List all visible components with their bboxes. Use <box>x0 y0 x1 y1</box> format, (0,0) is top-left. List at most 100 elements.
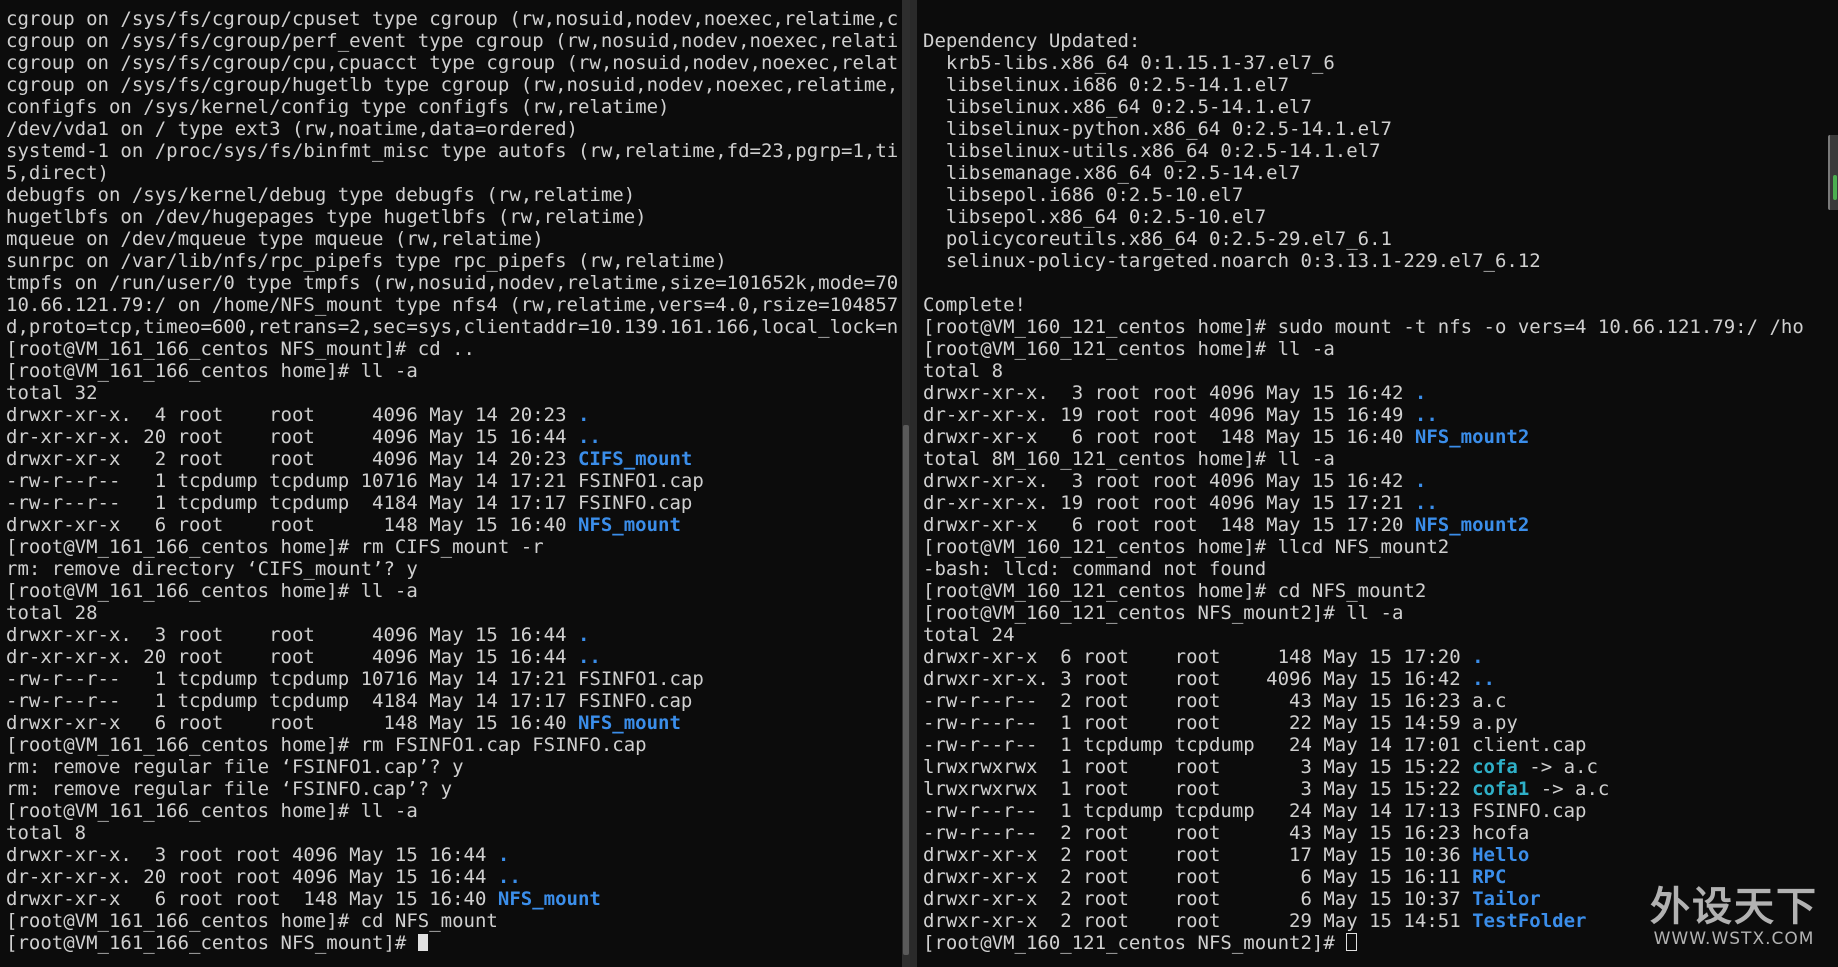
terminal-text: libselinux.x86_64 0:2.5-14.1.el7 <box>923 96 1312 118</box>
terminal-line: Complete! <box>923 294 1830 316</box>
terminal-text: [root@VM_161_166_centos NFS_mount]# cd .… <box>6 338 475 360</box>
terminal-text: -rw-r--r-- 1 tcpdump tcpdump 10716 May 1… <box>6 668 704 690</box>
terminal-text: lrwxrwxrwx 1 root root 3 May 15 15:22 <box>923 756 1473 778</box>
terminal-line: drwxr-xr-x. 3 root root 4096 May 15 16:4… <box>923 382 1830 404</box>
terminal-text: drwxr-xr-x 2 root root 4096 May 14 20:23 <box>6 448 578 470</box>
terminal-text: selinux-policy-targeted.noarch 0:3.13.1-… <box>923 250 1541 272</box>
terminal-text: debugfs on /sys/kernel/debug type debugf… <box>6 184 636 206</box>
terminal-line: dr-xr-xr-x. 20 root root 4096 May 15 16:… <box>6 646 902 668</box>
directory-name: Hello <box>1472 844 1530 866</box>
pane-divider[interactable] <box>910 0 917 967</box>
terminal-line: debugfs on /sys/kernel/debug type debugf… <box>6 184 902 206</box>
right-terminal-pane[interactable]: Dependency Updated: krb5-libs.x86_64 0:1… <box>917 0 1838 967</box>
terminal-text: -rw-r--r-- 2 root root 43 May 15 16:23 h… <box>923 822 1530 844</box>
left-scrollbar-thumb[interactable] <box>903 425 909 955</box>
terminal-cursor <box>417 934 428 951</box>
terminal-line: libselinux-python.x86_64 0:2.5-14.1.el7 <box>923 118 1830 140</box>
terminal-text: policycoreutils.x86_64 0:2.5-29.el7_6.1 <box>923 228 1392 250</box>
left-terminal-output: cgroup on /sys/fs/cgroup/cpuset type cgr… <box>6 8 902 954</box>
terminal-text: rm: remove directory ‘CIFS_mount’? y <box>6 558 418 580</box>
terminal-line: -rw-r--r-- 2 root root 43 May 15 16:23 a… <box>923 690 1830 712</box>
terminal-line: rm: remove regular file ‘FSINFO1.cap’? y <box>6 756 902 778</box>
left-terminal-pane[interactable]: cgroup on /sys/fs/cgroup/cpuset type cgr… <box>0 0 910 967</box>
terminal-line: dr-xr-xr-x. 19 root root 4096 May 15 17:… <box>923 492 1830 514</box>
terminal-line: -rw-r--r-- 1 tcpdump tcpdump 10716 May 1… <box>6 668 902 690</box>
terminal-line: policycoreutils.x86_64 0:2.5-29.el7_6.1 <box>923 228 1830 250</box>
terminal-line: [root@VM_161_166_centos home]# ll -a <box>6 360 902 382</box>
terminal-text: [root@VM_160_121_centos NFS_mount2]# <box>923 932 1347 954</box>
terminal-line: /dev/vda1 on / type ext3 (rw,noatime,dat… <box>6 118 902 140</box>
terminal-line: selinux-policy-targeted.noarch 0:3.13.1-… <box>923 250 1830 272</box>
terminal-text: drwxr-xr-x 6 root root 148 May 15 17:20 <box>923 514 1415 536</box>
terminal-line: drwxr-xr-x 2 root root 17 May 15 10:36 H… <box>923 844 1830 866</box>
terminal-line: drwxr-xr-x 6 root root 148 May 15 16:40 … <box>923 426 1830 448</box>
terminal-line: cgroup on /sys/fs/cgroup/cpuset type cgr… <box>6 8 902 30</box>
terminal-line: dr-xr-xr-x. 20 root root 4096 May 15 16:… <box>6 866 902 888</box>
terminal-text: [root@VM_160_121_centos NFS_mount2]# ll … <box>923 602 1404 624</box>
terminal-text: drwxr-xr-x 2 root root 6 May 15 16:11 <box>923 866 1473 888</box>
terminal-line: d,proto=tcp,timeo=600,retrans=2,sec=sys,… <box>6 316 902 338</box>
terminal-line: mqueue on /dev/mqueue type mqueue (rw,re… <box>6 228 902 250</box>
terminal-text: -rw-r--r-- 1 tcpdump tcpdump 10716 May 1… <box>6 470 704 492</box>
directory-name: .. <box>1414 492 1438 514</box>
directory-name: .. <box>577 426 601 448</box>
terminal-line: libsepol.x86_64 0:2.5-10.el7 <box>923 206 1830 228</box>
directory-name: NFS_mount <box>577 712 681 734</box>
terminal-text: libselinux.i686 0:2.5-14.1.el7 <box>923 74 1290 96</box>
directory-name: TestFolder <box>1472 910 1587 932</box>
terminal-line: rm: remove regular file ‘FSINFO.cap’? y <box>6 778 902 800</box>
terminal-text: -rw-r--r-- 2 root root 43 May 15 16:23 a… <box>923 690 1507 712</box>
terminal-text: systemd-1 on /proc/sys/fs/binfmt_misc ty… <box>6 140 899 162</box>
terminal-text: dr-xr-xr-x. 20 root root 4096 May 15 16:… <box>6 426 578 448</box>
terminal-text: configfs on /sys/kernel/config type conf… <box>6 96 670 118</box>
terminal-line: sunrpc on /var/lib/nfs/rpc_pipefs type r… <box>6 250 902 272</box>
watermark-main: 外设天下 <box>1650 884 1818 930</box>
terminal-text: drwxr-xr-x. 3 root root 4096 May 15 16:4… <box>6 624 578 646</box>
terminal-line: -rw-r--r-- 1 tcpdump tcpdump 4184 May 14… <box>6 492 902 514</box>
terminal-line: dr-xr-xr-x. 19 root root 4096 May 15 16:… <box>923 404 1830 426</box>
terminal-text: dr-xr-xr-x. 20 root root 4096 May 15 16:… <box>6 866 498 888</box>
terminal-line: total 28 <box>6 602 902 624</box>
terminal-line: [root@VM_161_166_centos home]# rm CIFS_m… <box>6 536 902 558</box>
terminal-text: drwxr-xr-x 6 root root 148 May 15 16:40 <box>6 888 498 910</box>
terminal-line: Dependency Updated: <box>923 30 1830 52</box>
terminal-line: cgroup on /sys/fs/cgroup/cpu,cpuacct typ… <box>6 52 902 74</box>
terminal-text: 10.66.121.79:/ on /home/NFS_mount type n… <box>6 294 899 316</box>
terminal-text: libsepol.x86_64 0:2.5-10.el7 <box>923 206 1267 228</box>
terminal-line: lrwxrwxrwx 1 root root 3 May 15 15:22 co… <box>923 756 1830 778</box>
terminal-text: -bash: llcd: command not found <box>923 558 1267 580</box>
terminal-text: dr-xr-xr-x. 19 root root 4096 May 15 16:… <box>923 404 1415 426</box>
terminal-line: dr-xr-xr-x. 20 root root 4096 May 15 16:… <box>6 426 902 448</box>
watermark-sub: WWW.WSTX.COM <box>1653 929 1815 949</box>
terminal-text: lrwxrwxrwx 1 root root 3 May 15 15:22 <box>923 778 1473 800</box>
directory-name: Tailor <box>1472 888 1541 910</box>
terminal-text: drwxr-xr-x. 4 root root 4096 May 14 20:2… <box>6 404 578 426</box>
terminal-line: krb5-libs.x86_64 0:1.15.1-37.el7_6 <box>923 52 1830 74</box>
terminal-line: -rw-r--r-- 1 tcpdump tcpdump 4184 May 14… <box>6 690 902 712</box>
terminal-line: rm: remove directory ‘CIFS_mount’? y <box>6 558 902 580</box>
terminal-line: total 8M_160_121_centos home]# ll -a <box>923 448 1830 470</box>
directory-name: RPC <box>1472 866 1507 888</box>
terminal-line: -rw-r--r-- 1 tcpdump tcpdump 24 May 14 1… <box>923 800 1830 822</box>
right-scroll-indicator <box>1833 175 1837 200</box>
terminal-text: [root@VM_160_121_centos home]# llcd NFS_… <box>923 536 1450 558</box>
terminal-text: drwxr-xr-x 2 root root 17 May 15 10:36 <box>923 844 1473 866</box>
terminal-text: -> a.c <box>1529 778 1610 800</box>
terminal-text: drwxr-xr-x 6 root root 148 May 15 16:40 <box>6 514 578 536</box>
terminal-line: total 24 <box>923 624 1830 646</box>
terminal-text: drwxr-xr-x. 3 root root 4096 May 15 16:4… <box>923 470 1415 492</box>
terminal-line: total 8 <box>6 822 902 844</box>
terminal-text: libsepol.i686 0:2.5-10.el7 <box>923 184 1244 206</box>
terminal-line: drwxr-xr-x. 3 root root 4096 May 15 16:4… <box>6 624 902 646</box>
terminal-text: mqueue on /dev/mqueue type mqueue (rw,re… <box>6 228 544 250</box>
terminal-text: libselinux-utils.x86_64 0:2.5-14.1.el7 <box>923 140 1381 162</box>
terminal-line: systemd-1 on /proc/sys/fs/binfmt_misc ty… <box>6 140 902 162</box>
terminal-line: drwxr-xr-x 6 root root 148 May 15 16:40 … <box>6 888 902 910</box>
directory-name: . <box>1414 470 1427 492</box>
terminal-line: libselinux-utils.x86_64 0:2.5-14.1.el7 <box>923 140 1830 162</box>
terminal-line: drwxr-xr-x 6 root root 148 May 15 16:40 … <box>6 712 902 734</box>
terminal-line: cgroup on /sys/fs/cgroup/hugetlb type cg… <box>6 74 902 96</box>
terminal-line: total 32 <box>6 382 902 404</box>
terminal-text: rm: remove regular file ‘FSINFO1.cap’? y <box>6 756 464 778</box>
terminal-line: libselinux.i686 0:2.5-14.1.el7 <box>923 74 1830 96</box>
